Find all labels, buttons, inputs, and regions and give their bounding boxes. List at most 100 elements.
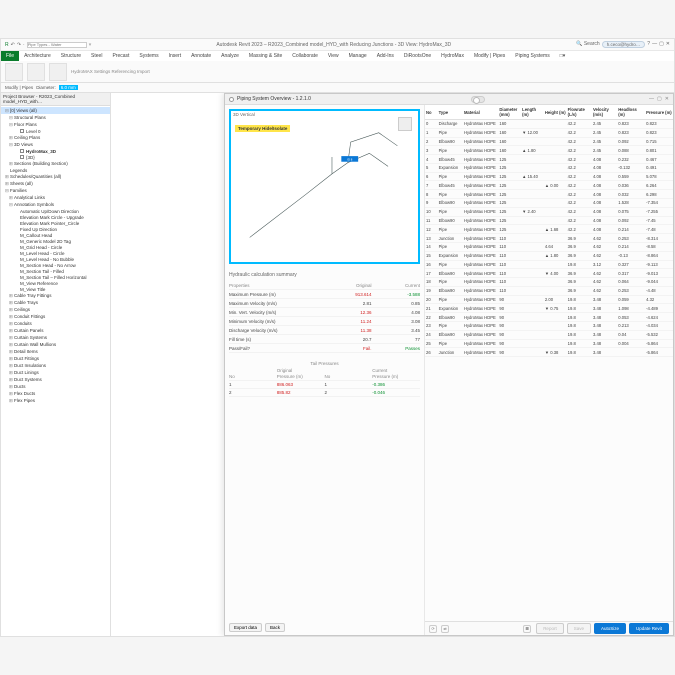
tree-item[interactable]: ⊟Structural Plans — [1, 114, 110, 121]
search-icon[interactable]: 🔍 Search — [576, 41, 599, 48]
table-row[interactable]: 20PipeHydroMax HDPE902.0019.83.480.0594.… — [425, 295, 673, 304]
maximize-icon[interactable]: ▢ — [659, 41, 664, 48]
col-header[interactable]: No — [425, 105, 438, 120]
col-header[interactable]: Velocity (m/s) — [592, 105, 617, 120]
help-icon[interactable]: ? — [647, 41, 650, 48]
tree-item[interactable]: ⊞Curtain Systems — [1, 334, 110, 341]
ribbon-tab-collaborate[interactable]: Collaborate — [287, 51, 323, 61]
table-row[interactable]: 10PipeHydroMax HDPE125▼ 2.4042.24.080.07… — [425, 207, 673, 216]
col-header[interactable]: Length (m) — [521, 105, 544, 120]
table-row[interactable]: 14PipeHydroMax HDPE1104.6436.94.620.214-… — [425, 242, 673, 251]
ribbon-tab-massing-site[interactable]: Massing & Site — [244, 51, 287, 61]
table-row[interactable]: 8PipeHydroMax HDPE12542.24.080.0326.298 — [425, 190, 673, 199]
tree-item[interactable]: ⊟Families — [1, 187, 110, 194]
autosize-button[interactable]: AutoSize — [594, 623, 626, 634]
tree-item[interactable]: ⊞Cable Tray Fittings — [1, 292, 110, 299]
3d-preview-viewer[interactable]: 3D Vertical Temporary Hide/Isolate — [229, 109, 420, 264]
table-row[interactable]: 23PipeHydroMax HDPE9019.83.480.213-4.034 — [425, 321, 673, 330]
tree-item[interactable]: ⊟Floor Plans — [1, 121, 110, 128]
table-row[interactable]: 7Elbow45HydroMax HDPE125▲ 0.0042.24.080.… — [425, 181, 673, 190]
ribbon-tab-systems[interactable]: Systems — [134, 51, 163, 61]
col-header[interactable]: Diameter (mm) — [498, 105, 521, 120]
refresh-icon[interactable]: ⟳ — [429, 625, 437, 633]
tree-item[interactable]: ⊞Curtain Wall Mullions — [1, 341, 110, 348]
ribbon-tab-hydromax[interactable]: HydroMax — [436, 51, 469, 61]
table-row[interactable]: 11Elbow90HydroMax HDPE12542.24.080.092-7… — [425, 216, 673, 225]
table-row[interactable]: 15ExpansionHydroMax HDPE110▲ 1.8036.94.6… — [425, 251, 673, 260]
table-row[interactable]: 21ExpansionHydroMax HDPE90▼ 0.7519.83.48… — [425, 304, 673, 313]
referencing-button[interactable] — [27, 63, 45, 81]
col-header[interactable]: Type — [438, 105, 463, 120]
ribbon-tab-steel[interactable]: Steel — [86, 51, 107, 61]
tree-item[interactable]: ⊞Duct Insulations — [1, 362, 110, 369]
report-button[interactable]: Report — [536, 623, 564, 634]
table-row[interactable]: 1PipeHydroMax HDPE160▼ 12.0042.22.450.82… — [425, 128, 673, 137]
export-data-button[interactable]: Export data — [229, 623, 262, 632]
col-header[interactable]: Flowrate (L/s) — [567, 105, 592, 120]
tree-item[interactable]: ⊞Ceilings — [1, 306, 110, 313]
qat-redo-icon[interactable]: ↷ — [17, 42, 21, 48]
tree-item[interactable]: ⊞Schedules/Quantities (all) — [1, 173, 110, 180]
table-row[interactable]: 4Elbow45HydroMax HDPE12542.24.080.2320.4… — [425, 155, 673, 164]
project-browser-tree[interactable]: ⊟[0] Views (all)⊟Structural Plans⊟Floor … — [1, 106, 110, 636]
col-header[interactable]: Pressure (m) — [645, 105, 673, 120]
type-selector-input[interactable] — [27, 42, 87, 48]
table-row[interactable]: 13JunctionHydroMax HDPE11036.94.620.253-… — [425, 234, 673, 243]
table-row[interactable]: 19Elbow90HydroMax HDPE11036.94.620.253-4… — [425, 286, 673, 295]
tree-item[interactable]: ⊞Analytical Links — [1, 194, 110, 201]
close-icon[interactable]: ✕ — [666, 41, 670, 48]
dialog-maximize-icon[interactable]: ▢ — [657, 96, 662, 102]
dialog-toggle[interactable] — [471, 96, 485, 103]
ribbon-tab-architecture[interactable]: Architecture — [19, 51, 56, 61]
tree-item[interactable]: ⊞Cable Trays — [1, 299, 110, 306]
tree-item[interactable]: ⊞Flex Pipes — [1, 397, 110, 404]
minimize-icon[interactable]: — — [652, 41, 657, 48]
ribbon-tab-file[interactable]: File — [1, 51, 19, 61]
table-row[interactable]: 6PipeHydroMax HDPE125▲ 15.4042.24.080.55… — [425, 172, 673, 181]
hydromax-settings-button[interactable] — [5, 63, 23, 81]
ribbon-tab-modify-pipes[interactable]: Modify | Pipes — [469, 51, 510, 61]
table-row[interactable]: 16PipeHydroMax HDPE11019.83.120.327-9.11… — [425, 260, 673, 269]
ribbon-tab-manage[interactable]: Manage — [344, 51, 372, 61]
user-account-pill[interactable]: h.ceco@hydro… — [602, 41, 646, 48]
ribbon-tab-annotate[interactable]: Annotate — [186, 51, 216, 61]
ribbon-tab-add-ins[interactable]: Add-Ins — [372, 51, 399, 61]
table-row[interactable]: 24Elbow90HydroMax HDPE9019.83.480.04-5.5… — [425, 330, 673, 339]
table-row[interactable]: 12PipeHydroMax HDPE125▲ 1.6842.24.080.21… — [425, 225, 673, 234]
ribbon-tab-view[interactable]: View — [323, 51, 344, 61]
col-header[interactable]: Height (m) — [544, 105, 567, 120]
ribbon-tab-precast[interactable]: Precast — [107, 51, 134, 61]
tree-item[interactable]: ⊞Duct Fittings — [1, 355, 110, 362]
update-revit-button[interactable]: Update Revit — [629, 623, 669, 634]
ribbon-tab-dirootsone[interactable]: DiRootsOne — [399, 51, 436, 61]
save-button[interactable]: Save — [567, 623, 591, 634]
ribbon-tab-structure[interactable]: Structure — [56, 51, 86, 61]
tree-item[interactable]: ⊟Annotation Symbols — [1, 201, 110, 208]
ribbon-tab-insert[interactable]: Insert — [164, 51, 187, 61]
tree-item[interactable]: ⊞Detail Items — [1, 348, 110, 355]
table-row[interactable]: 0DischargeHydroMax HDPE16042.22.450.8230… — [425, 120, 673, 129]
qat-undo-icon[interactable]: ↶ — [11, 42, 15, 48]
diameter-value[interactable]: 6.0 mm — [59, 85, 78, 90]
tree-item[interactable]: ⊞Duct Linings — [1, 369, 110, 376]
tree-item[interactable]: ⊞Flex Ducts — [1, 390, 110, 397]
tree-item[interactable]: ⊞Ducts — [1, 383, 110, 390]
tree-item[interactable]: ⊞Duct Systems — [1, 376, 110, 383]
tree-item[interactable]: ⊞Conduits — [1, 320, 110, 327]
table-row[interactable]: 5ExpansionHydroMax HDPE12542.24.08-0.132… — [425, 163, 673, 172]
tree-item[interactable]: ⊞Curtain Panels — [1, 327, 110, 334]
table-row[interactable]: 26JunctionHydroMax HDPE90▼ 0.3819.83.48-… — [425, 348, 673, 357]
table-row[interactable]: 3PipeHydroMax HDPE160▲ 1.8042.22.450.088… — [425, 146, 673, 155]
table-row[interactable]: 9Elbow90HydroMax HDPE12542.24.081.528-7.… — [425, 199, 673, 208]
ribbon-tab--[interactable]: □▾ — [555, 51, 571, 61]
tree-item[interactable]: ⊟3D Views — [1, 141, 110, 148]
dialog-close-icon[interactable]: ✕ — [665, 96, 669, 102]
table-row[interactable]: 18PipeHydroMax HDPE11036.94.620.064-9.04… — [425, 278, 673, 287]
import-button[interactable] — [49, 63, 67, 81]
col-header[interactable]: Headloss (m) — [617, 105, 645, 120]
tree-item[interactable]: ⊟[0] Views (all) — [1, 107, 110, 114]
back-button[interactable]: Back — [265, 623, 285, 632]
tree-item[interactable]: ⊞Sheets (all) — [1, 180, 110, 187]
col-header[interactable]: Material — [463, 105, 498, 120]
ribbon-tab-analyze[interactable]: Analyze — [216, 51, 244, 61]
